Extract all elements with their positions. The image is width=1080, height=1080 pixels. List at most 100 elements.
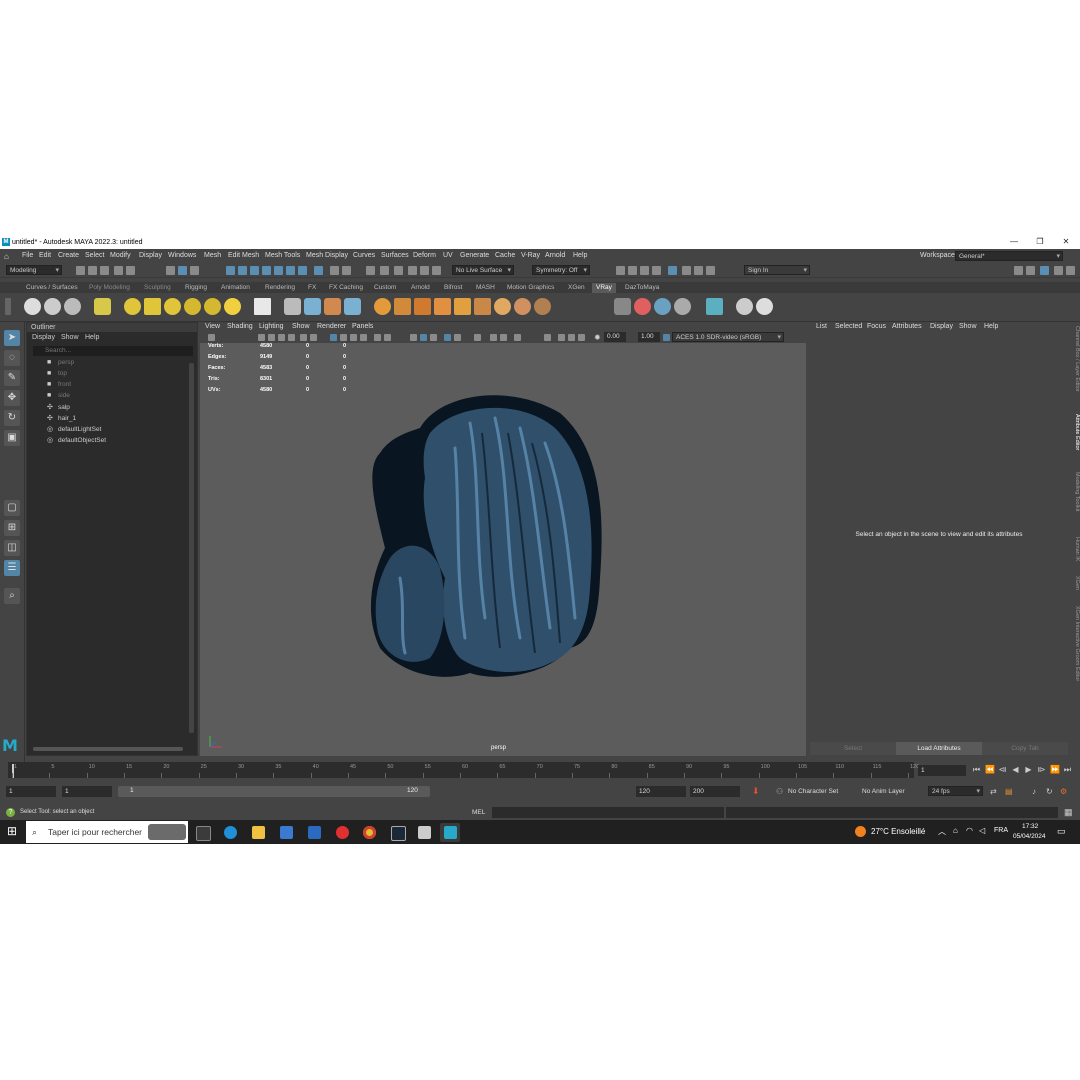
motion-blur-icon[interactable]: [490, 334, 497, 341]
shelf-tab-bifrost[interactable]: Bifrost: [440, 283, 466, 293]
vray-enmesh-icon[interactable]: [474, 298, 491, 315]
tab-modeling-toolkit[interactable]: Modeling Toolkit: [1070, 472, 1080, 511]
menu-create[interactable]: Create: [58, 252, 79, 259]
command-input[interactable]: [492, 807, 724, 818]
menu-display[interactable]: Display: [139, 252, 162, 259]
hair-mesh[interactable]: [360, 388, 615, 688]
play-backwards-icon[interactable]: ◀: [1011, 765, 1020, 774]
vray-render-icon[interactable]: [668, 266, 677, 275]
anim-layer-label[interactable]: No Anim Layer: [862, 788, 905, 795]
tray-chevron-icon[interactable]: ︿: [938, 826, 946, 837]
exposure-field[interactable]: 0.00: [604, 332, 626, 342]
restore-button[interactable]: ❐: [1032, 237, 1048, 247]
redo-icon[interactable]: [126, 266, 135, 275]
outliner-search-input[interactable]: Search...: [33, 346, 193, 356]
menu-select[interactable]: Select: [85, 252, 104, 259]
viewport-menu-shading[interactable]: Shading: [227, 323, 253, 330]
network-icon[interactable]: ⌂: [953, 826, 958, 835]
shelf-tab-vray[interactable]: VRay: [592, 283, 616, 293]
vray-grid-icon[interactable]: [454, 298, 471, 315]
vray-fb-shelf-icon[interactable]: [64, 298, 81, 315]
shelf-tab-fx-caching[interactable]: FX Caching: [325, 283, 367, 293]
sample-icon[interactable]: [500, 334, 507, 341]
snap-point-icon[interactable]: [262, 266, 271, 275]
menu-generate[interactable]: Generate: [460, 252, 489, 259]
viewport-menu-panels[interactable]: Panels: [352, 323, 373, 330]
camera-attr-icon[interactable]: [578, 334, 585, 341]
vray-decal-icon[interactable]: [434, 298, 451, 315]
start-time-field[interactable]: 1: [6, 786, 56, 797]
outliner-menu-show[interactable]: Show: [61, 334, 79, 341]
outliner-item[interactable]: ■ front: [47, 381, 71, 388]
channel-box-icon[interactable]: [1066, 266, 1075, 275]
menu-mesh[interactable]: Mesh: [204, 252, 221, 259]
vray-gear-icon[interactable]: [534, 298, 551, 315]
shelf-tab-poly-modeling[interactable]: Poly Modeling: [85, 283, 134, 293]
vray-fb-icon[interactable]: [694, 266, 703, 275]
magnet-icon-4[interactable]: [408, 266, 417, 275]
outliner-item[interactable]: ■ side: [47, 392, 70, 399]
anim-end-field[interactable]: 120: [636, 786, 686, 797]
script-editor-icon[interactable]: ▦: [1064, 807, 1073, 818]
attr-menu-help[interactable]: Help: [984, 323, 998, 330]
outliner-item[interactable]: ◎ defaultObjectSet: [47, 436, 106, 444]
shadows-icon[interactable]: [374, 334, 381, 341]
select-object-icon[interactable]: [178, 266, 187, 275]
snapshot-icon[interactable]: [558, 334, 565, 341]
snap-plane-icon[interactable]: [298, 266, 307, 275]
shelf-tab-rendering[interactable]: Rendering: [261, 283, 299, 293]
dof-icon[interactable]: [474, 334, 481, 341]
menu-vray[interactable]: V-Ray: [521, 252, 540, 259]
shelf-options-icon[interactable]: [5, 298, 11, 315]
xray-joints-icon[interactable]: [430, 334, 437, 341]
vray-plane-icon[interactable]: [254, 298, 271, 315]
vray-proxy-icon[interactable]: [284, 298, 301, 315]
viewport-3d[interactable]: Verts: 4580 0 0 Edges: 9149 0 0 Faces: 4…: [200, 343, 806, 756]
open-scene-icon[interactable]: [88, 266, 97, 275]
step-back-key-icon[interactable]: ⏪: [985, 765, 995, 774]
loop-icon[interactable]: ⇄: [990, 787, 997, 796]
resolution-gate-icon[interactable]: [300, 334, 307, 341]
magnet-icon-6[interactable]: [432, 266, 441, 275]
viewport-menu-view[interactable]: View: [205, 323, 220, 330]
menu-uv[interactable]: UV: [443, 252, 453, 259]
cache-icon[interactable]: ↻: [1046, 787, 1053, 796]
vray-multi-icon[interactable]: [654, 298, 671, 315]
magnet-icon-3[interactable]: [394, 266, 403, 275]
outliner-layout-icon[interactable]: ☰: [4, 560, 20, 576]
outliner-item[interactable]: ✣ hair_1: [47, 414, 76, 422]
menu-mesh-tools[interactable]: Mesh Tools: [265, 252, 300, 259]
render-sequence-icon[interactable]: [628, 266, 637, 275]
snap-grid-icon[interactable]: [238, 266, 247, 275]
ssao-icon[interactable]: [514, 334, 521, 341]
aa-icon[interactable]: [454, 334, 461, 341]
menu-modify[interactable]: Modify: [110, 252, 131, 259]
viewport-menu-show[interactable]: Show: [292, 323, 310, 330]
vray-vfb-icon[interactable]: [614, 298, 631, 315]
pause-icon[interactable]: [706, 266, 715, 275]
menu-curves[interactable]: Curves: [353, 252, 375, 259]
language-indicator[interactable]: FRA: [994, 827, 1008, 834]
move-tool-icon[interactable]: ✥: [4, 390, 20, 406]
menu-cache[interactable]: Cache: [495, 252, 515, 259]
vray-palette-icon[interactable]: [674, 298, 691, 315]
shelf-tab-motion-graphics[interactable]: Motion Graphics: [503, 283, 558, 293]
two-view-icon[interactable]: ◫: [4, 540, 20, 556]
scale-tool-icon[interactable]: ▣: [4, 430, 20, 446]
vray-scene-icon[interactable]: [304, 298, 321, 315]
select-component-icon[interactable]: [190, 266, 199, 275]
mode-dropdown[interactable]: Modeling: [6, 265, 62, 276]
outliner-menu-display[interactable]: Display: [32, 334, 55, 341]
menu-edit-mesh[interactable]: Edit Mesh: [228, 252, 259, 259]
vray-magnet-icon[interactable]: [514, 298, 531, 315]
gamma-field[interactable]: 1.00: [638, 332, 660, 342]
render-settings-icon[interactable]: [652, 266, 661, 275]
weather-text[interactable]: 27°C Ensoleillé: [871, 827, 925, 836]
menu-deform[interactable]: Deform: [413, 252, 436, 259]
new-scene-icon[interactable]: [76, 266, 85, 275]
opera-icon[interactable]: [336, 826, 349, 839]
outliner-horizontal-scrollbar[interactable]: [33, 747, 183, 751]
vray-render-shelf-icon[interactable]: [24, 298, 41, 315]
current-frame-field[interactable]: 1: [918, 765, 966, 776]
load-attributes-button[interactable]: Load Attributes: [896, 742, 982, 755]
